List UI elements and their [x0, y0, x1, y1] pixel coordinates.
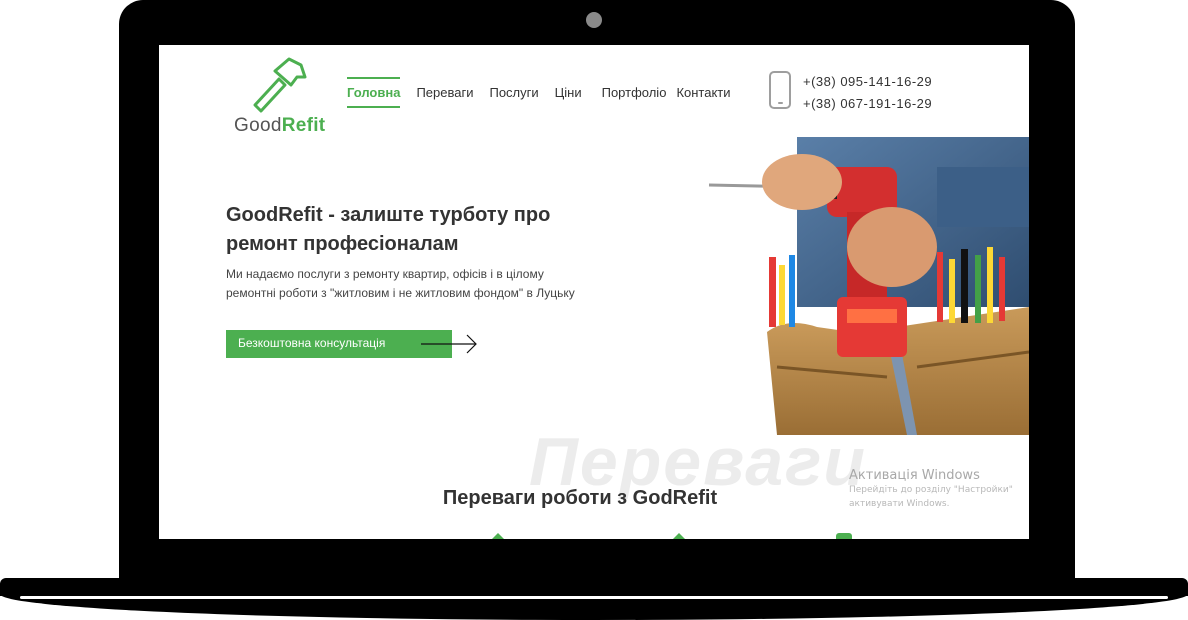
watermark-title: Активація Windows — [849, 468, 980, 483]
feature-icon — [836, 533, 852, 539]
watermark-line-2: активувати Windows. — [849, 499, 950, 509]
logo-text-part2: Refit — [281, 115, 326, 136]
logo[interactable]: GoodRefit — [229, 55, 339, 136]
nav-item-contacts[interactable]: Контакти — [676, 77, 730, 108]
nav-item-portfolio[interactable]: Портфоліо — [602, 77, 667, 108]
camera-icon — [586, 12, 602, 28]
hero-description: Ми надаємо послуги з ремонту квартир, оф… — [226, 267, 575, 300]
nav-item-services[interactable]: Послуги — [489, 77, 538, 108]
windows-activation-watermark: Активація Windows Перейдіть до розділу "… — [849, 468, 1013, 511]
hero-title: GoodRefit - залиште турботу про ремонт п… — [226, 204, 551, 255]
nav-item-home[interactable]: Головна — [347, 77, 401, 108]
phone-list: +(38) 095-141-16-29 +(38) 067-191-16-29 — [803, 71, 932, 115]
nav-item-advantages[interactable]: Переваги — [416, 77, 473, 108]
worker-photo — [708, 137, 1029, 435]
phone-icon — [769, 71, 791, 109]
phone-number-2[interactable]: +(38) 067-191-16-29 — [803, 93, 932, 115]
browser-screen: GoodRefit Головна Переваги Послуги Ціни … — [159, 45, 1029, 539]
watermark-line-1: Перейдіть до розділу "Настройки" — [849, 485, 1013, 495]
nav-item-prices[interactable]: Ціни — [555, 77, 582, 108]
feature-icon — [492, 533, 504, 539]
arrow-right-icon — [421, 334, 477, 354]
logo-text-part1: Good — [234, 115, 282, 136]
main-nav: Головна Переваги Послуги Ціни Портфоліо … — [347, 77, 747, 108]
laptop-base-highlight — [20, 596, 1168, 599]
phone-number-1[interactable]: +(38) 095-141-16-29 — [803, 71, 932, 93]
free-consultation-button[interactable]: Безкоштовна консультація — [226, 330, 452, 358]
logo-text: GoodRefit — [234, 115, 325, 137]
feature-icon — [673, 533, 685, 539]
hammer-icon — [253, 57, 307, 113]
